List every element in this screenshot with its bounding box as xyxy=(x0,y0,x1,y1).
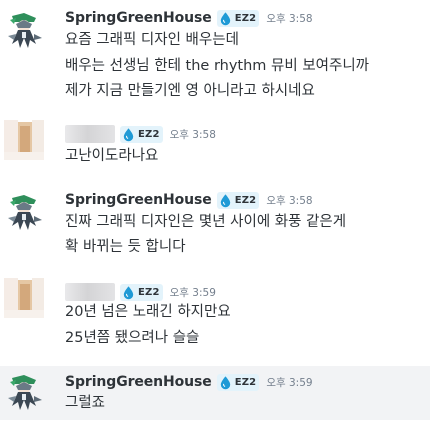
message-header: SpringGreenHouse EZ2 오후 3:59 xyxy=(65,372,313,392)
message-header: SpringGreenHouse EZ2 오후 3:58 xyxy=(65,190,313,210)
avatar[interactable] xyxy=(4,372,44,412)
username[interactable]: SpringGreenHouse xyxy=(65,374,212,390)
anime-character-avatar-icon xyxy=(4,10,44,50)
username[interactable] xyxy=(65,125,115,143)
avatar[interactable] xyxy=(4,192,44,232)
avatar[interactable] xyxy=(4,120,44,160)
message-line: 제가 지금 만들기엔 영 아니라고 하시네요 xyxy=(65,83,315,99)
message-group: SpringGreenHouse EZ2 오후 3:59 그럴죠 xyxy=(0,366,430,420)
role-tag-label: EZ2 xyxy=(234,194,257,206)
message-line: 진짜 그래픽 디자인은 몇년 사이에 화풍 같은게 xyxy=(65,214,347,230)
message-line: 25년쯤 됐으려나 슬슬 xyxy=(65,330,200,346)
timestamp[interactable]: 오후 3:59 xyxy=(170,285,216,300)
anime-character-avatar-icon xyxy=(4,372,44,412)
username[interactable] xyxy=(65,283,115,301)
timestamp[interactable]: 오후 3:58 xyxy=(266,11,312,26)
role-tag-label: EZ2 xyxy=(234,12,257,24)
message-line: 고난이도라나요 xyxy=(65,148,159,164)
username[interactable]: SpringGreenHouse xyxy=(65,10,212,26)
role-tag-label: EZ2 xyxy=(234,376,257,388)
chat-message-list: SpringGreenHouse EZ2 오후 3:58 요즘 그래픽 디자인 … xyxy=(0,0,430,433)
role-tag-label: EZ2 xyxy=(138,128,160,140)
message-group: SpringGreenHouse EZ2 오후 3:58 진짜 그래픽 디자인은… xyxy=(0,186,430,262)
message-group: EZ2 오후 3:59 20년 넘은 노래긴 하지만요 25년쯤 됐으려나 슬슬 xyxy=(0,272,430,352)
water-drop-icon xyxy=(220,375,230,389)
role-tag[interactable]: EZ2 xyxy=(120,283,163,301)
blurred-avatar-icon xyxy=(4,278,44,318)
avatar[interactable] xyxy=(4,10,44,50)
message-line: 배우는 선생님 한테 the rhythm 뮤비 보여주니까 xyxy=(65,58,370,74)
role-tag[interactable]: EZ2 xyxy=(216,9,260,27)
anime-character-avatar-icon xyxy=(4,192,44,232)
role-tag[interactable]: EZ2 xyxy=(216,373,260,391)
message-header: EZ2 오후 3:59 xyxy=(65,282,216,302)
water-drop-icon xyxy=(123,127,134,141)
timestamp[interactable]: 오후 3:58 xyxy=(266,193,312,208)
role-tag[interactable]: EZ2 xyxy=(216,191,260,209)
message-group: EZ2 오후 3:58 고난이도라나요 xyxy=(0,116,430,174)
water-drop-icon xyxy=(220,11,230,25)
blurred-avatar-icon xyxy=(4,120,44,160)
message-header: EZ2 오후 3:58 xyxy=(65,124,216,144)
message-line: 그럴죠 xyxy=(65,395,106,411)
role-tag[interactable]: EZ2 xyxy=(120,125,163,143)
timestamp[interactable]: 오후 3:59 xyxy=(266,375,312,390)
water-drop-icon xyxy=(220,193,230,207)
water-drop-icon xyxy=(123,285,134,299)
avatar[interactable] xyxy=(4,278,44,318)
message-header: SpringGreenHouse EZ2 오후 3:58 xyxy=(65,8,313,28)
message-line: 요즘 그래픽 디자인 배우는데 xyxy=(65,32,239,48)
username[interactable]: SpringGreenHouse xyxy=(65,192,212,208)
message-line: 확 바뀌는 듯 합니다 xyxy=(65,239,186,255)
role-tag-label: EZ2 xyxy=(138,286,160,298)
timestamp[interactable]: 오후 3:58 xyxy=(170,127,216,142)
message-line: 20년 넘은 노래긴 하지만요 xyxy=(65,304,231,320)
message-group: SpringGreenHouse EZ2 오후 3:58 요즘 그래픽 디자인 … xyxy=(0,4,430,104)
